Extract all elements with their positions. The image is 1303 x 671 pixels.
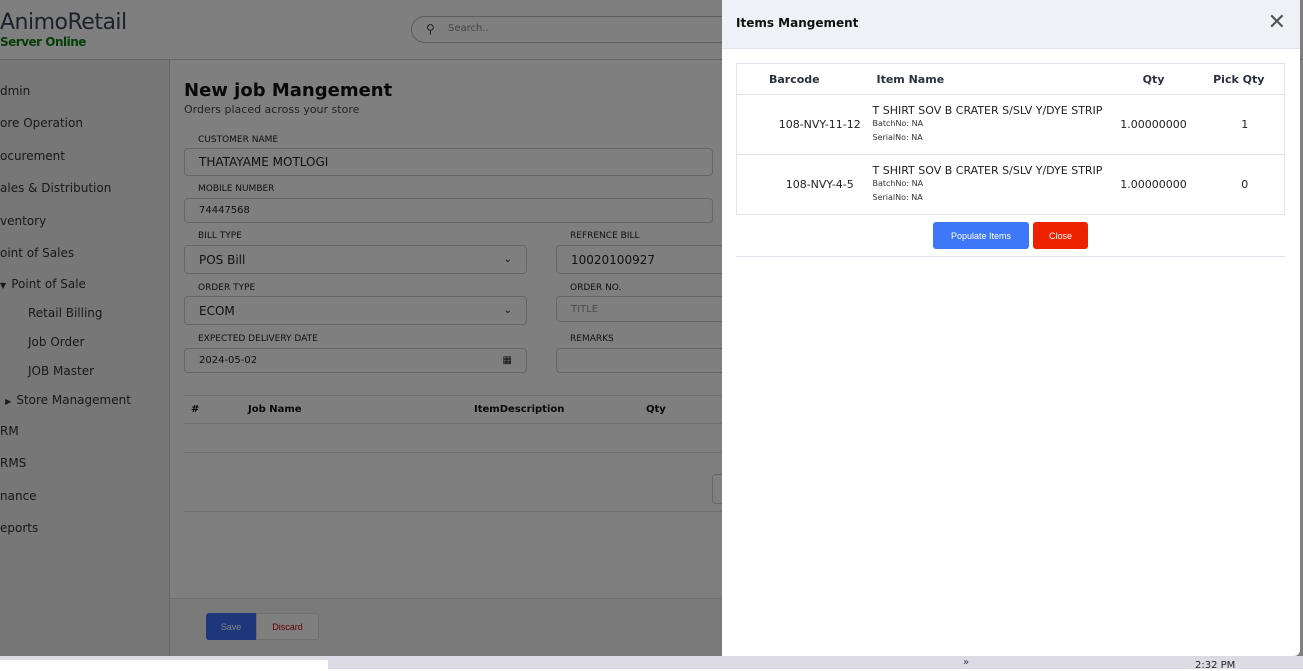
table-row: 108-NVY-4-5 T SHIRT SOV B CRATER S/SLV Y…	[736, 154, 1285, 215]
qty: 1.00000000	[1113, 154, 1194, 215]
taskbar-search[interactable]	[0, 660, 328, 669]
batch-no: BatchNo: NA	[872, 179, 924, 188]
close-icon[interactable]: ✕	[1268, 10, 1286, 35]
barcode: 108-NVY-4-5	[736, 154, 869, 215]
taskbar-clock: 2:32 PM	[1195, 660, 1236, 671]
table-row: 108-NVY-11-12 T SHIRT SOV B CRATER S/SLV…	[736, 94, 1285, 155]
col-pick-qty: Pick Qty	[1193, 63, 1285, 95]
item-name: T SHIRT SOV B CRATER S/SLV Y/DYE STRIP	[872, 164, 1103, 177]
batch-no: BatchNo: NA	[872, 119, 924, 128]
item-name: T SHIRT SOV B CRATER S/SLV Y/DYE STRIP	[872, 104, 1103, 117]
col-barcode: Barcode	[736, 63, 869, 95]
items-table: Barcode Item Name Qty Pick Qty 108-NVY-1…	[736, 63, 1285, 215]
panel-title: Items Mangement	[736, 16, 859, 30]
populate-items-button[interactable]: Populate Items	[933, 222, 1029, 249]
serial-no: SerialNo: NA	[872, 133, 923, 142]
serial-no: SerialNo: NA	[872, 193, 923, 202]
barcode: 108-NVY-11-12	[736, 94, 869, 155]
pick-qty[interactable]: 0	[1193, 154, 1285, 215]
panel-header: Items Mangement ✕	[722, 0, 1300, 49]
qty: 1.00000000	[1113, 94, 1194, 155]
col-item-name: Item Name	[868, 63, 1114, 95]
table-header-row: Barcode Item Name Qty Pick Qty	[736, 63, 1285, 95]
pick-qty[interactable]: 1	[1193, 94, 1285, 155]
divider	[736, 256, 1285, 257]
close-button[interactable]: Close	[1033, 222, 1088, 249]
chevrons-icon[interactable]: »	[963, 657, 969, 668]
col-qty: Qty	[1113, 63, 1194, 95]
